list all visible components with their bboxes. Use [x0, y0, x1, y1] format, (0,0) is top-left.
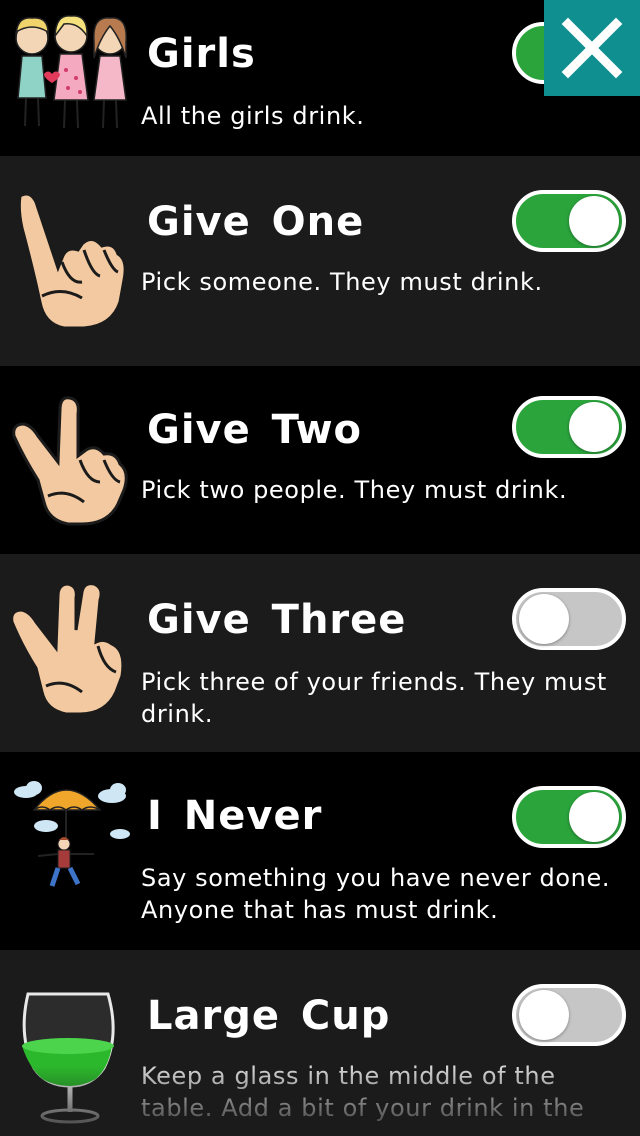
- rule-description: Keep a glass in the middle of the table.…: [141, 1062, 585, 1122]
- close-icon: [561, 17, 623, 79]
- rule-toggle-large-cup[interactable]: [512, 984, 626, 1046]
- rule-title: I Never: [147, 793, 323, 839]
- parachute-person-icon: [8, 774, 134, 914]
- rule-description: Say something you have never done. Anyon…: [141, 864, 611, 924]
- three-girls-icon: [8, 8, 134, 148]
- rule-description: Pick three of your friends. They must dr…: [141, 668, 607, 728]
- rule-toggle-give-three[interactable]: [512, 588, 626, 650]
- wine-glass-icon: [8, 986, 134, 1126]
- rule-toggle-i-never[interactable]: [512, 786, 626, 848]
- toggle-knob: [519, 594, 569, 644]
- rule-title: Give Three: [147, 597, 407, 643]
- rule-row-give-one: Give One Pick someone. They must drink.: [0, 156, 640, 366]
- rule-row-give-two: Give Two Pick two people. They must drin…: [0, 366, 640, 554]
- rule-row-large-cup: Large Cup Keep a glass in the middle of …: [0, 950, 640, 1136]
- rule-toggle-give-one[interactable]: [512, 190, 626, 252]
- rule-toggle-give-two[interactable]: [512, 396, 626, 458]
- two-finger-hand-icon: [8, 390, 134, 530]
- rule-row-i-never: I Never Say something you have never don…: [0, 752, 640, 950]
- rule-description: Pick someone. They must drink.: [141, 268, 543, 296]
- one-finger-hand-icon: [8, 188, 134, 328]
- three-finger-hand-icon: [8, 580, 134, 720]
- rule-title: Give One: [147, 199, 365, 245]
- rule-title: Give Two: [147, 407, 362, 453]
- toggle-knob: [519, 990, 569, 1040]
- close-button[interactable]: [544, 0, 640, 96]
- rule-title: Large Cup: [147, 993, 391, 1039]
- toggle-knob: [569, 402, 619, 452]
- rule-description: Pick two people. They must drink.: [141, 476, 568, 504]
- rule-title: Girls: [147, 31, 256, 77]
- rules-list[interactable]: Girls All the girls drink. Give One Pick…: [0, 0, 640, 1136]
- rule-description: All the girls drink.: [141, 102, 365, 130]
- toggle-knob: [569, 792, 619, 842]
- rule-row-give-three: Give Three Pick three of your friends. T…: [0, 554, 640, 752]
- toggle-knob: [569, 196, 619, 246]
